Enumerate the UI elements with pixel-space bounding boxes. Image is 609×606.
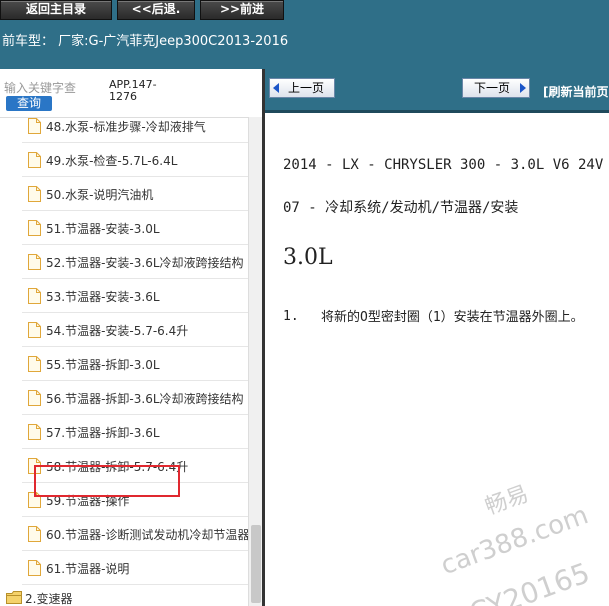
document-toolbar: 上一页 下一页 [刷新当前页]: [265, 69, 609, 113]
search-input[interactable]: [4, 79, 78, 97]
search-button[interactable]: 查询: [6, 96, 52, 111]
tree-item-label: 57.节温器-拆卸-3.6L: [46, 426, 160, 440]
document-icon: [28, 118, 41, 134]
left-panel: 查询 APP.147- 1276 48.水泵-标准步骤-冷却液排气 49.水泵-…: [0, 69, 263, 606]
top-toolbar: 返回主目录 <<后退. >>前进: [0, 0, 609, 24]
prev-page-label: 上一页: [287, 81, 324, 95]
arrow-left-icon: [273, 83, 279, 93]
document-icon: [28, 152, 41, 168]
tree-item[interactable]: 55.节温器-拆卸-3.0L: [0, 347, 248, 381]
document-icon: [28, 356, 41, 372]
app-code-line2: 1276: [109, 90, 137, 103]
document-icon: [28, 390, 41, 406]
tree-item[interactable]: 61.节温器-说明: [0, 551, 248, 585]
tree-item-label: 52.节温器-安装-3.6L冷却液跨接结构: [46, 256, 244, 270]
tree-item[interactable]: 59.节温器-操作: [0, 483, 248, 517]
next-page-label: 下一页: [473, 81, 510, 95]
tree-item-label: 55.节温器-拆卸-3.0L: [46, 358, 160, 372]
tree-item[interactable]: 49.水泵-检查-5.7L-6.4L: [0, 143, 248, 177]
vehicle-model-text: 前车型： 厂家:G-广汽菲克Jeep300C2013-2016: [2, 34, 289, 49]
tree-scrollbar[interactable]: [248, 117, 262, 606]
doc-vehicle-line: 2014 - LX - CHRYSLER 300 - 3.0L V6 24V: [283, 157, 604, 173]
tree-item[interactable]: 54.节温器-安装-5.7-6.4升: [0, 313, 248, 347]
tree-item[interactable]: 50.水泵-说明汽油机: [0, 177, 248, 211]
document-icon: [28, 322, 41, 338]
refresh-page-link[interactable]: [刷新当前页]: [543, 83, 609, 100]
document-icon: [28, 424, 41, 440]
tree-item-label: 54.节温器-安装-5.7-6.4升: [46, 324, 189, 338]
document-icon: [28, 254, 41, 270]
doc-section-path: 07 - 冷却系统/发动机/节温器/安装: [283, 200, 519, 216]
tree-item-label: 61.节温器-说明: [46, 562, 130, 576]
document-icon: [28, 560, 41, 576]
folder-icon: [6, 591, 22, 604]
tree-item[interactable]: 56.节温器-拆卸-3.6L冷却液跨接结构: [0, 381, 248, 415]
next-page-button[interactable]: 下一页: [462, 78, 530, 98]
document-icon: [28, 220, 41, 236]
home-button[interactable]: 返回主目录: [0, 0, 112, 20]
tree-item-label: 48.水泵-标准步骤-冷却液排气: [46, 120, 206, 134]
tree-item[interactable]: 58.节温器-拆卸-5.7-6.4升: [0, 449, 248, 483]
back-button[interactable]: <<后退.: [117, 0, 195, 20]
tree-item[interactable]: 48.水泵-标准步骤-冷却液排气: [0, 117, 248, 143]
tree-folder[interactable]: 2.变速器: [0, 587, 248, 606]
tree-item[interactable]: 51.节温器-安装-3.0L: [0, 211, 248, 245]
tree-item-label: 50.水泵-说明汽油机: [46, 188, 154, 202]
tree-item[interactable]: 52.节温器-安装-3.6L冷却液跨接结构: [0, 245, 248, 279]
arrow-right-icon: [520, 83, 526, 93]
doc-step-text: 将新的O型密封圈（1）安装在节温器外圈上。: [321, 310, 584, 325]
tree-item-label: 53.节温器-安装-3.6L: [46, 290, 160, 304]
tree-item-label: 59.节温器-操作: [46, 494, 130, 508]
tree-item[interactable]: 60.节温器-诊断测试发动机冷却节温器: [0, 517, 248, 551]
tree-item[interactable]: 57.节温器-拆卸-3.6L: [0, 415, 248, 449]
search-row: 查询 APP.147- 1276: [0, 69, 262, 118]
prev-page-button[interactable]: 上一页: [269, 78, 335, 98]
tree-folder-label: 2.变速器: [25, 592, 73, 606]
tree-item[interactable]: 53.节温器-安装-3.6L: [0, 279, 248, 313]
forward-button[interactable]: >>前进: [200, 0, 284, 20]
document-icon: [28, 186, 41, 202]
tree-item-label: 51.节温器-安装-3.0L: [46, 222, 160, 236]
document-icon: [28, 526, 41, 542]
app-code-label: APP.147- 1276: [109, 79, 159, 103]
tree-item-label: 49.水泵-检查-5.7L-6.4L: [46, 154, 178, 168]
scrollbar-thumb[interactable]: [251, 525, 261, 603]
document-icon: [28, 288, 41, 304]
tree-list: 48.水泵-标准步骤-冷却液排气 49.水泵-检查-5.7L-6.4L 50.水…: [0, 117, 248, 606]
watermark-line3: CY20165: [465, 556, 594, 606]
watermark-line1: 畅易: [482, 481, 532, 521]
tree-item-label: 58.节温器-拆卸-5.7-6.4升: [46, 460, 189, 474]
watermark-line2: car388.com: [437, 500, 593, 582]
doc-heading: 3.0L: [283, 245, 333, 270]
tree-item-label: 60.节温器-诊断测试发动机冷却节温器: [46, 528, 248, 542]
tree-item-label: 56.节温器-拆卸-3.6L冷却液跨接结构: [46, 392, 244, 406]
document-icon: [28, 458, 41, 474]
document-icon: [28, 492, 41, 508]
doc-step-number: 1.: [283, 309, 299, 324]
document-panel: 上一页 下一页 [刷新当前页] 2014 - LX - CHRYSLER 300…: [265, 69, 609, 606]
vehicle-info-bar: 前车型： 厂家:G-广汽菲克Jeep300C2013-2016: [0, 24, 609, 69]
